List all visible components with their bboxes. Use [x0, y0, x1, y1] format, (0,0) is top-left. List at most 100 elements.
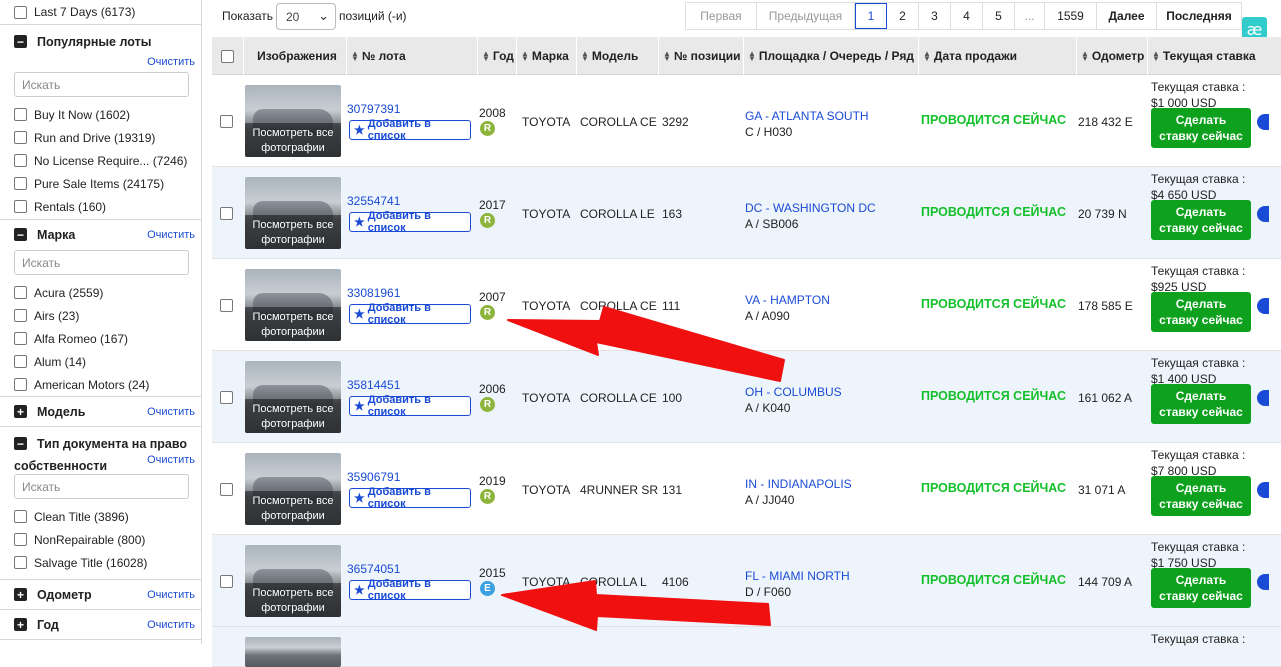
filter-option[interactable]: Run and Drive (19319) [0, 126, 201, 149]
popular-search-input[interactable]: Искать [14, 72, 189, 97]
view-all-photos-link[interactable]: Посмотреть все фотографии [245, 491, 341, 525]
side-action-icon[interactable] [1257, 482, 1269, 498]
checkbox[interactable] [14, 108, 27, 121]
filter-option[interactable]: NonRepairable (800) [0, 528, 201, 551]
header-odometer[interactable]: ▲ ▼ Одометр [1076, 37, 1147, 75]
header-bid[interactable]: ▲ ▼ Текущая ставка [1147, 37, 1262, 75]
bid-now-button[interactable]: Сделать ставку сейчас [1151, 568, 1251, 608]
add-to-watchlist-button[interactable]: ★ Добавить в список [349, 302, 471, 326]
row-checkbox[interactable] [220, 299, 233, 312]
filter-section-model[interactable]: + Модель Очистить [0, 396, 201, 426]
header-year[interactable]: ▲ ▼ Год [477, 37, 516, 75]
page-5-button[interactable]: 5 [983, 3, 1015, 29]
checkbox[interactable] [14, 510, 27, 523]
lot-number-link[interactable]: 36574051 [347, 562, 400, 576]
per-page-select[interactable]: 20 ⌄ [276, 3, 336, 30]
filter-section-make[interactable]: − Марка Очистить [0, 219, 201, 249]
lot-number-link[interactable]: 32554741 [347, 194, 400, 208]
side-action-icon[interactable] [1257, 206, 1269, 222]
doc-type-search-input[interactable]: Искать [14, 474, 189, 499]
page-2-button[interactable]: 2 [887, 3, 919, 29]
add-to-watchlist-button[interactable]: ★ Добавить в список [349, 394, 471, 418]
vehicle-thumbnail[interactable]: Посмотреть все фотографии [245, 361, 341, 433]
filter-option[interactable]: Acura (2559) [0, 281, 201, 304]
vehicle-thumbnail[interactable]: Посмотреть все фотографии [245, 85, 341, 157]
side-action-icon[interactable] [1257, 390, 1269, 406]
clear-odometer-link[interactable]: Очистить [147, 589, 195, 601]
bid-now-button[interactable]: Сделать ставку сейчас [1151, 384, 1251, 424]
lot-number-link[interactable]: 30797391 [347, 102, 400, 116]
location-link[interactable]: DC - WASHINGTON DC [745, 200, 876, 216]
row-checkbox[interactable] [220, 207, 233, 220]
filter-section-next[interactable]: + [0, 639, 201, 644]
checkbox[interactable] [14, 309, 27, 322]
row-checkbox[interactable] [220, 483, 233, 496]
filter-option[interactable]: Alfa Romeo (167) [0, 327, 201, 350]
checkbox[interactable] [14, 332, 27, 345]
location-link[interactable]: OH - COLUMBUS [745, 384, 842, 400]
bid-now-button[interactable]: Сделать ставку сейчас [1151, 108, 1251, 148]
clear-year-link[interactable]: Очистить [147, 619, 195, 631]
location-link[interactable]: VA - HAMPTON [745, 292, 830, 308]
header-lot[interactable]: ▲ ▼ № лота [346, 37, 477, 75]
expand-icon[interactable]: + [14, 405, 27, 418]
add-to-watchlist-button[interactable]: ★ Добавить в список [349, 486, 471, 510]
bid-now-button[interactable]: Сделать ставку сейчас [1151, 476, 1251, 516]
lot-number-link[interactable]: 33081961 [347, 286, 400, 300]
page-1-button[interactable]: 1 [855, 3, 887, 29]
vehicle-thumbnail[interactable]: Посмотреть все фотографии [245, 269, 341, 341]
checkbox[interactable] [14, 154, 27, 167]
add-to-watchlist-button[interactable]: ★ Добавить в список [349, 210, 471, 234]
filter-section-doc-type[interactable]: − Тип документа на право собственности О… [0, 426, 201, 473]
checkbox[interactable] [14, 131, 27, 144]
checkbox[interactable] [14, 200, 27, 213]
make-search-input[interactable]: Искать [14, 250, 189, 275]
checkbox[interactable] [14, 533, 27, 546]
lot-number-link[interactable]: 35906791 [347, 470, 400, 484]
side-action-icon[interactable] [1257, 114, 1269, 130]
header-location[interactable]: ▲ ▼ Площадка / Очередь / Ряд [743, 37, 918, 75]
checkbox[interactable] [14, 5, 27, 19]
lot-number-link[interactable]: 35814451 [347, 378, 400, 392]
expand-icon[interactable]: + [14, 588, 27, 601]
vehicle-thumbnail[interactable]: Посмотреть все фотографии [245, 177, 341, 249]
filter-option[interactable]: Rentals (160) [0, 195, 201, 218]
side-action-icon[interactable] [1257, 298, 1269, 314]
page-next-button[interactable]: Далее [1097, 3, 1157, 29]
clear-make-link[interactable]: Очистить [147, 229, 195, 241]
location-link[interactable]: IN - INDIANAPOLIS [745, 476, 852, 492]
checkbox[interactable] [14, 556, 27, 569]
filter-last-7-days[interactable]: Last 7 Days (6173) [0, 0, 201, 24]
checkbox[interactable] [14, 378, 27, 391]
checkbox[interactable] [14, 355, 27, 368]
view-all-photos-link[interactable]: Посмотреть все фотографии [245, 123, 341, 157]
bid-now-button[interactable]: Сделать ставку сейчас [1151, 200, 1251, 240]
collapse-icon[interactable]: − [14, 437, 27, 450]
expand-icon[interactable]: + [14, 618, 27, 631]
vehicle-thumbnail[interactable] [245, 637, 341, 667]
filter-section-popular[interactable]: − Популярные лоты [0, 24, 201, 58]
view-all-photos-link[interactable]: Посмотреть все фотографии [245, 307, 341, 341]
filter-option[interactable]: No License Require... (7246) [0, 149, 201, 172]
collapse-icon[interactable]: − [14, 35, 27, 48]
page-first-button[interactable]: Первая [686, 3, 757, 29]
filter-section-year[interactable]: + Год Очистить [0, 609, 201, 639]
add-to-watchlist-button[interactable]: ★ Добавить в список [349, 578, 471, 602]
vehicle-thumbnail[interactable]: Посмотреть все фотографии [245, 453, 341, 525]
row-checkbox[interactable] [220, 575, 233, 588]
clear-popular-link[interactable]: Очистить [0, 56, 201, 70]
collapse-icon[interactable]: − [14, 228, 27, 241]
row-checkbox[interactable] [220, 115, 233, 128]
add-to-watchlist-button[interactable]: ★ Добавить в список [349, 118, 471, 142]
filter-option[interactable]: Salvage Title (16028) [0, 551, 201, 574]
header-item[interactable]: ▲ ▼ № позиции [658, 37, 743, 75]
filter-section-odometer[interactable]: + Одометр Очистить [0, 579, 201, 609]
side-action-icon[interactable] [1257, 574, 1269, 590]
row-checkbox[interactable] [220, 391, 233, 404]
checkbox[interactable] [14, 177, 27, 190]
view-all-photos-link[interactable]: Посмотреть все фотографии [245, 583, 341, 617]
location-link[interactable]: GA - ATLANTA SOUTH [745, 108, 869, 124]
location-link[interactable]: FL - MIAMI NORTH [745, 568, 850, 584]
filter-option[interactable]: Alum (14) [0, 350, 201, 373]
page-last-number-button[interactable]: 1559 [1045, 3, 1097, 29]
